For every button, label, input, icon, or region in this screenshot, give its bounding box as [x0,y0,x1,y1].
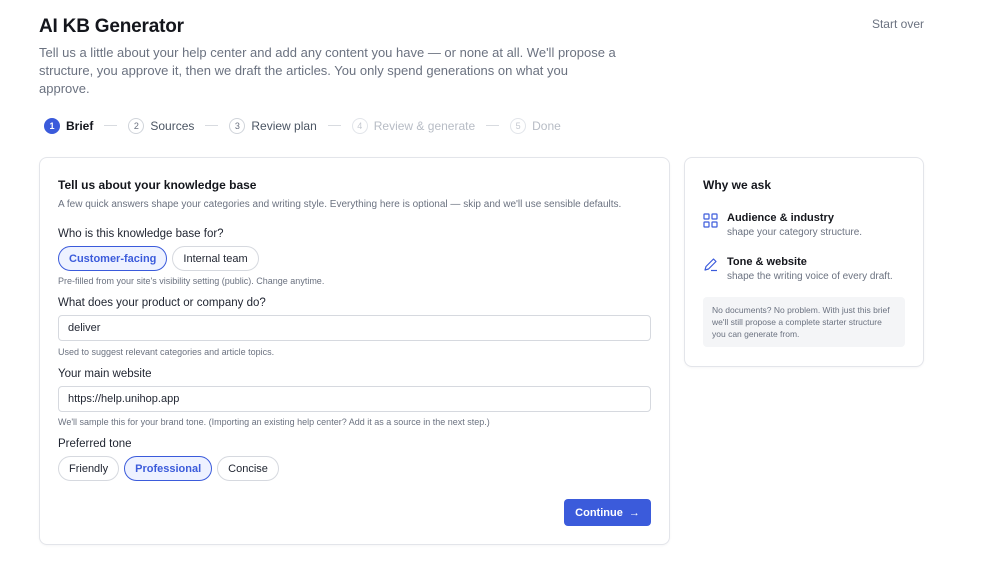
brief-form-card: Tell us about your knowledge base A few … [39,157,670,545]
page-title: AI KB Generator [39,16,184,37]
tone-concise-pill[interactable]: Concise [217,456,279,481]
website-input[interactable]: https://help.unihop.app [58,386,651,412]
start-over-link[interactable]: Start over [872,17,924,31]
product-input[interactable]: deliver [58,315,651,341]
pen-icon [704,258,717,272]
step-separator [205,125,219,126]
product-label: What does your product or company do? [58,297,266,309]
sidebar-title: Why we ask [703,178,772,192]
intro-text: Tell us a little about your help center … [39,45,616,96]
website-label: Your main website [58,368,152,380]
step-number: 4 [351,117,368,134]
tone-friendly-pill[interactable]: Friendly [58,456,120,481]
step-separator [486,125,500,126]
grid-icon [703,213,718,228]
reason-audience: Audience & industry shape your category … [703,212,862,238]
audience-label: Who is this knowledge base for? [58,228,224,240]
step-sources[interactable]: 2 Sources [128,117,195,134]
step-label: Done [532,118,561,133]
step-done: 5 Done [510,117,561,134]
step-label: Sources [150,118,195,133]
tone-label: Preferred tone [58,438,132,450]
form-title: Tell us about your knowledge base [58,178,257,192]
step-separator [104,125,118,126]
step-label: Review & generate [373,118,476,133]
product-hint: Used to suggest relevant categories and … [58,347,275,357]
step-review-plan[interactable]: 3 Review plan [229,117,317,134]
step-separator [327,125,341,126]
arrow-right-icon: → [628,506,640,519]
stepper: 1 Brief 2 Sources 3 Review plan 4 Review… [44,117,561,134]
reason-description: shape the writing voice of every draft. [727,271,893,282]
form-subtitle: A few quick answers shape your categorie… [58,199,622,210]
why-we-ask-card: Why we ask Audience & industry shape you… [684,157,924,367]
step-number: 3 [229,117,246,134]
tone-options: Friendly Professional Concise [58,456,279,481]
audience-hint: Pre-filled from your site's visibility s… [58,276,325,286]
website-hint: We'll sample this for your brand tone. (… [58,417,490,427]
step-label: Brief [66,118,94,133]
step-number: 1 [44,117,60,134]
step-number: 5 [510,117,527,134]
audience-options: Customer-facing Internal team [58,246,259,271]
reason-description: shape your category structure. [727,227,863,238]
reason-title: Tone & website [727,256,807,268]
continue-button[interactable]: Continue → [564,499,651,526]
step-label: Review plan [251,118,317,133]
audience-customer-facing-pill[interactable]: Customer-facing [58,246,168,271]
continue-label: Continue [575,506,623,519]
no-documents-note: No documents? No problem. With just this… [703,297,905,347]
step-brief[interactable]: 1 Brief [44,117,94,134]
audience-internal-team-pill[interactable]: Internal team [172,246,259,271]
reason-title: Audience & industry [727,212,834,224]
tone-professional-pill[interactable]: Professional [124,456,213,481]
step-number: 2 [128,117,145,134]
step-review-generate: 4 Review & generate [351,117,476,134]
reason-tone: Tone & website shape the writing voice o… [703,256,893,282]
